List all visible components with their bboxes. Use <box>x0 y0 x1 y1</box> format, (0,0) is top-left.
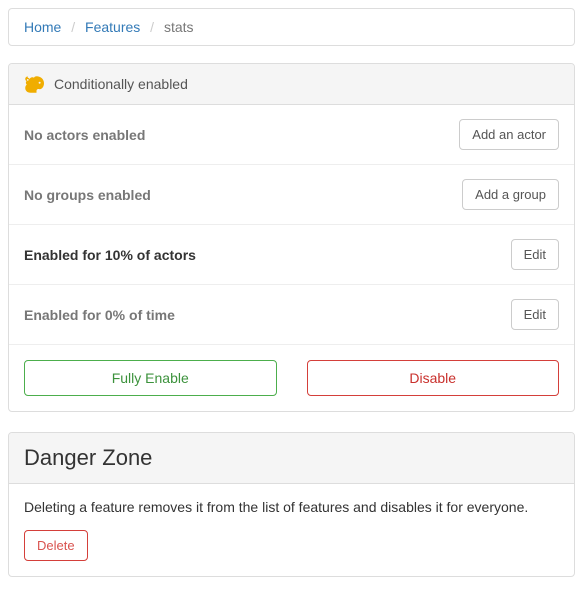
squirrel-icon <box>24 74 44 94</box>
edit-percent-actors-button[interactable]: Edit <box>511 239 559 270</box>
feature-status-header: Conditionally enabled <box>9 64 574 105</box>
fully-enable-button[interactable]: Fully Enable <box>24 360 277 396</box>
danger-zone-panel: Danger Zone Deleting a feature removes i… <box>8 432 575 577</box>
breadcrumb-separator: / <box>144 19 160 35</box>
percent-actors-row: Enabled for 10% of actors Edit <box>9 225 574 285</box>
feature-actions: Fully Enable Disable <box>9 345 574 411</box>
delete-button[interactable]: Delete <box>24 530 88 561</box>
add-group-button[interactable]: Add a group <box>462 179 559 210</box>
breadcrumb: Home / Features / stats <box>8 8 575 46</box>
edit-percent-time-button[interactable]: Edit <box>511 299 559 330</box>
danger-zone-title: Danger Zone <box>24 445 559 471</box>
breadcrumb-separator: / <box>65 19 81 35</box>
feature-panel: Conditionally enabled No actors enabled … <box>8 63 575 412</box>
percent-actors-label: Enabled for 10% of actors <box>24 247 196 263</box>
breadcrumb-home-link[interactable]: Home <box>24 19 61 35</box>
groups-row: No groups enabled Add a group <box>9 165 574 225</box>
danger-zone-description: Deleting a feature removes it from the l… <box>24 499 559 515</box>
actors-row: No actors enabled Add an actor <box>9 105 574 165</box>
danger-zone-header: Danger Zone <box>9 433 574 484</box>
danger-zone-body: Deleting a feature removes it from the l… <box>9 484 574 576</box>
breadcrumb-features-link[interactable]: Features <box>85 19 140 35</box>
percent-time-label: Enabled for 0% of time <box>24 307 175 323</box>
actors-label: No actors enabled <box>24 127 145 143</box>
add-actor-button[interactable]: Add an actor <box>459 119 559 150</box>
disable-button[interactable]: Disable <box>307 360 560 396</box>
percent-time-row: Enabled for 0% of time Edit <box>9 285 574 345</box>
breadcrumb-current: stats <box>164 19 194 35</box>
groups-label: No groups enabled <box>24 187 151 203</box>
feature-status-label: Conditionally enabled <box>54 76 188 92</box>
